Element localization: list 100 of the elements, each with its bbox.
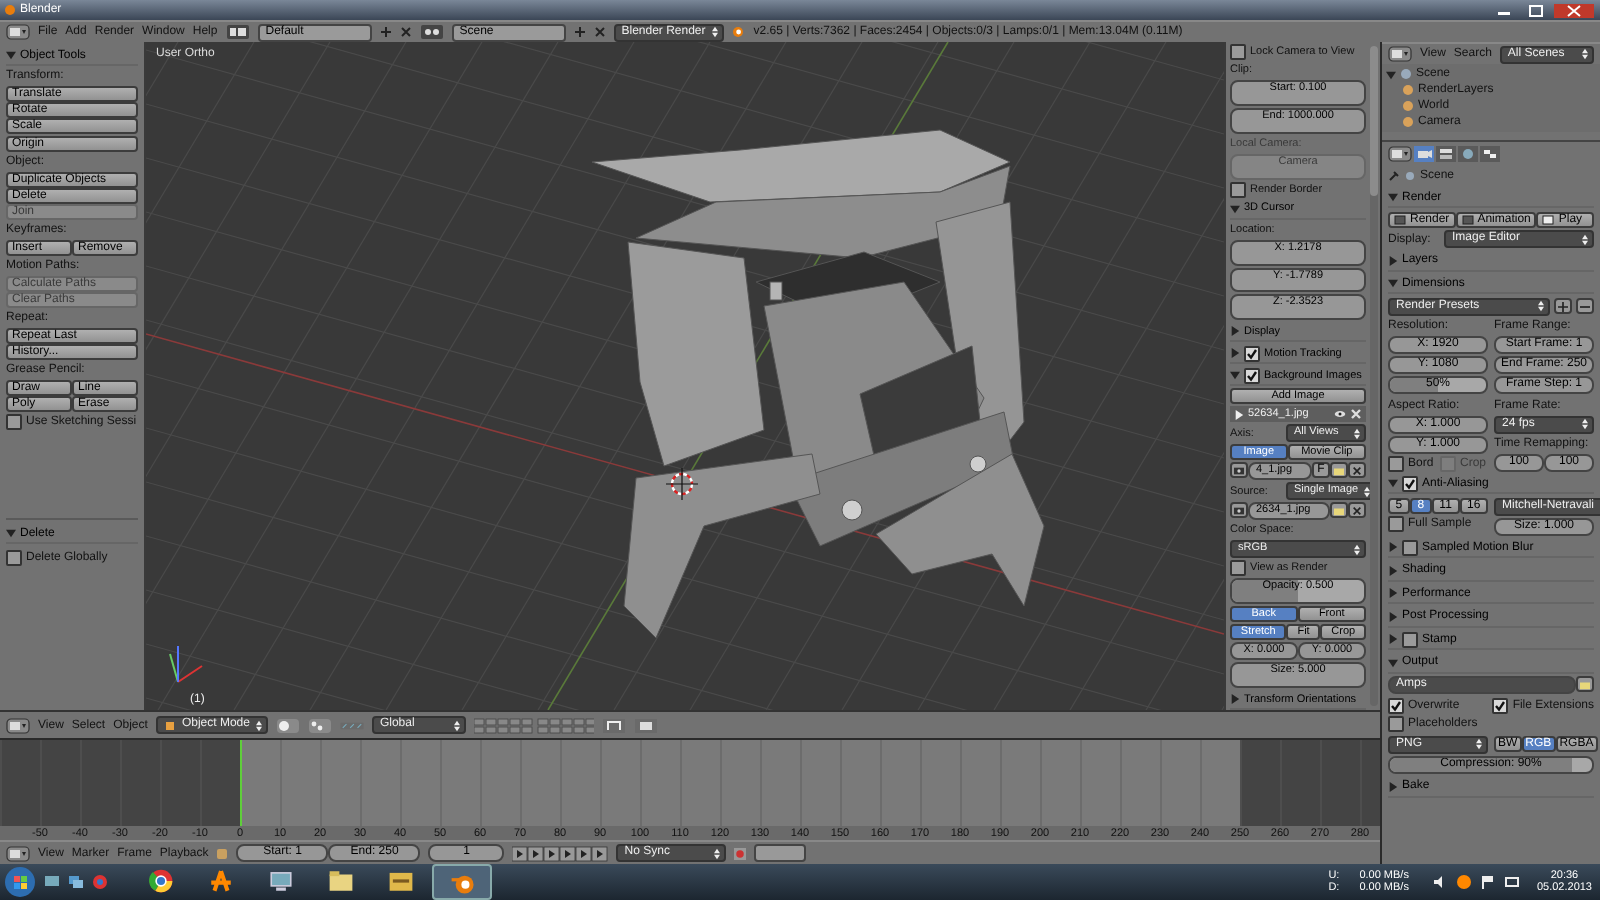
layout-icon[interactable] [225, 24, 250, 40]
triangle-icon[interactable] [1388, 565, 1398, 575]
folder-icon [1334, 465, 1344, 476]
checkbox[interactable] [1388, 716, 1404, 732]
close-icon[interactable] [1554, 3, 1594, 17]
minus-icon [1580, 301, 1590, 311]
start-button[interactable] [4, 866, 36, 898]
editor-type-icon[interactable] [1388, 46, 1412, 62]
triangle-icon[interactable] [1388, 542, 1398, 552]
triangle-icon[interactable] [1230, 370, 1240, 381]
triangle-icon[interactable] [6, 528, 16, 538]
close-icon[interactable] [399, 26, 412, 38]
triangle-icon[interactable] [6, 50, 16, 60]
updown-icon [714, 847, 721, 859]
pivot-icon[interactable] [307, 717, 332, 733]
checkbox[interactable] [1402, 475, 1418, 491]
properties-tab[interactable] [1480, 145, 1500, 161]
scrollbar[interactable] [1370, 46, 1378, 706]
checkbox[interactable] [1230, 44, 1246, 60]
updown-icon [1582, 418, 1588, 430]
folder-button[interactable] [1330, 462, 1348, 479]
image-icon [1234, 465, 1244, 476]
pin-icon[interactable] [1388, 170, 1400, 182]
folder-button[interactable] [1330, 502, 1348, 519]
unlink-button[interactable] [1348, 462, 1366, 479]
properties-tab[interactable] [1458, 145, 1478, 161]
window-switch-icon[interactable] [68, 874, 84, 890]
checkbox[interactable] [1230, 560, 1246, 577]
editor-type-icon[interactable] [6, 717, 30, 733]
taskbar-app-button[interactable] [432, 864, 492, 900]
updown-icon [1582, 233, 1588, 245]
triangle-icon[interactable] [1386, 69, 1396, 79]
triangle-icon[interactable] [1234, 409, 1244, 420]
triangle-icon[interactable] [1230, 694, 1240, 704]
plus-icon[interactable] [573, 26, 586, 38]
triangle-icon[interactable] [1230, 326, 1240, 337]
flag-icon[interactable] [1480, 874, 1497, 890]
triangle-icon[interactable] [1230, 348, 1240, 359]
checkbox[interactable] [1244, 345, 1260, 362]
folder-icon [327, 867, 353, 893]
updown-icon [255, 719, 262, 731]
triangle-icon[interactable] [1388, 278, 1398, 288]
editor-type-icon[interactable] [1388, 145, 1412, 161]
checkbox[interactable] [1244, 367, 1260, 384]
checkbox[interactable] [1388, 455, 1404, 471]
triangle-icon[interactable] [1230, 203, 1240, 214]
antivirus-icon[interactable] [1456, 874, 1473, 890]
eye-icon[interactable] [1334, 408, 1346, 421]
checkbox[interactable] [1230, 181, 1246, 198]
triangle-icon[interactable] [1388, 192, 1398, 202]
image-browse-button[interactable] [1230, 502, 1248, 519]
image-icon [1542, 213, 1555, 225]
plus-icon[interactable] [379, 26, 392, 38]
triangle-logo-icon [207, 867, 233, 893]
axis-gizmo-icon [169, 645, 203, 683]
triangle-icon[interactable] [1388, 781, 1398, 791]
checkbox[interactable] [1492, 697, 1509, 713]
checkbox[interactable] [6, 550, 22, 566]
triangle-icon[interactable] [1388, 588, 1398, 598]
image-icon [1234, 505, 1244, 516]
checkbox[interactable] [1388, 515, 1404, 531]
triangle-icon[interactable] [1388, 255, 1398, 265]
app-icon [731, 26, 744, 38]
checkbox[interactable] [1402, 631, 1418, 647]
render-icon[interactable] [633, 717, 658, 733]
triangle-icon[interactable] [1388, 478, 1398, 488]
network-icon[interactable] [1504, 874, 1521, 890]
round-app-icon[interactable] [92, 874, 108, 890]
checkbox[interactable] [1402, 539, 1418, 555]
updown-icon [1476, 738, 1482, 750]
folder-icon [1580, 679, 1590, 689]
remove-preset-button[interactable] [1576, 298, 1594, 314]
3d-cursor-icon [665, 467, 699, 501]
shading-icon[interactable] [275, 717, 300, 733]
triangle-icon[interactable] [1388, 657, 1398, 667]
folder-icon [1334, 505, 1344, 516]
editor-type-icon[interactable] [6, 24, 30, 40]
checkbox[interactable] [1388, 697, 1404, 713]
close-icon[interactable] [593, 26, 606, 38]
desktop-icon[interactable] [44, 874, 60, 890]
checkbox[interactable] [6, 414, 22, 430]
image-icon [1394, 213, 1406, 225]
updown-icon [1354, 427, 1360, 440]
add-preset-button[interactable] [1554, 298, 1572, 314]
folder-button[interactable] [1576, 676, 1594, 692]
editor-type-icon[interactable] [6, 845, 30, 861]
round-app-icon [147, 867, 173, 893]
image-browse-button[interactable] [1230, 462, 1248, 479]
properties-tab[interactable] [1414, 145, 1434, 161]
unlink-button[interactable] [1348, 502, 1366, 519]
snap-icon[interactable] [601, 717, 626, 733]
properties-tab[interactable] [1436, 145, 1456, 161]
updown-icon [1581, 48, 1588, 60]
keying-set-field[interactable] [754, 844, 807, 862]
triangle-icon[interactable] [1388, 634, 1398, 644]
scene-icon[interactable] [419, 24, 444, 40]
updown-icon [453, 719, 460, 731]
close-icon [1352, 465, 1362, 476]
triangle-icon[interactable] [1388, 611, 1398, 621]
playback-controls-icon[interactable] [512, 845, 609, 861]
